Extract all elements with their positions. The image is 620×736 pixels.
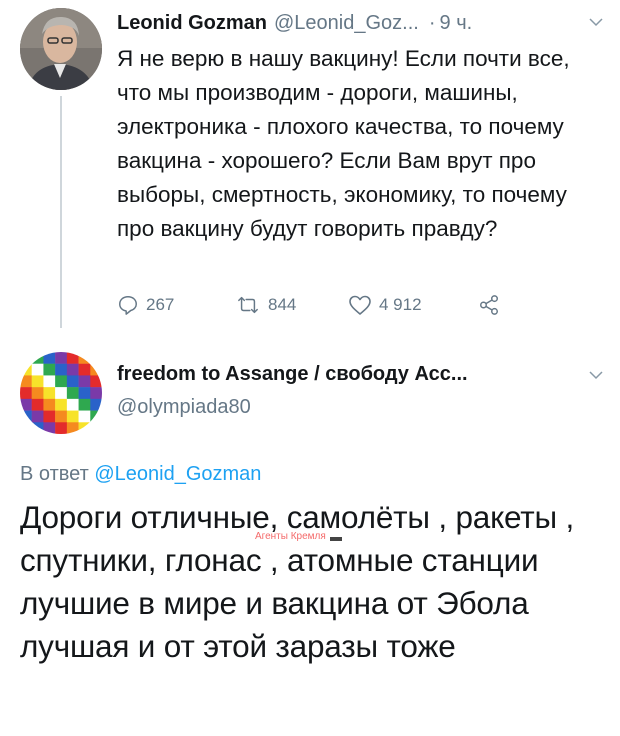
retweet-button[interactable]: 844 [235,294,348,316]
flag-cell [20,363,32,376]
flag-cell [55,422,68,434]
flag-cell [66,410,79,423]
flag-cell [20,352,32,364]
flag-cell [66,363,79,376]
reply-button[interactable]: 267 [117,294,235,316]
flag-cell [66,387,79,400]
flag-cell [90,422,102,434]
flag-cell [20,398,32,411]
chevron-down-icon[interactable] [588,15,604,33]
reply-context: В ответ @Leonid_Gozman [20,463,261,486]
separator-dot: · [428,11,436,34]
flag-cell [78,375,91,388]
flag-cell [90,352,102,364]
retweet-icon [238,296,258,314]
user-handle[interactable]: @Leonid_Goz... [274,12,419,35]
flag-cell [31,363,44,376]
flag-cell [90,410,102,423]
flag-cell [31,375,44,388]
reply-count: 267 [146,295,175,314]
flag-cell [31,387,44,400]
avatar[interactable] [20,8,102,90]
flag-cell [55,375,68,388]
thread-line [60,96,62,328]
reply-prefix: В ответ [20,463,89,485]
display-name[interactable]: freedom to Assange / свободу Асс... [117,363,468,386]
flag-cell [78,352,91,364]
flag-cell [90,363,102,376]
flag-cell [90,387,102,400]
flag-cell [78,363,91,376]
flag-cell [78,422,91,434]
user-handle[interactable]: @olympiada80 [117,396,251,419]
avatar-photo [20,8,102,90]
flag-cell [20,410,32,423]
flag-cell [20,422,32,434]
flag-cell [43,398,56,411]
reply-icon [119,296,137,315]
flag-cell [43,352,56,364]
flag-cell [55,410,68,423]
flag-cell [55,363,68,376]
flag-cell [20,375,32,388]
flag-cell [43,363,56,376]
flag-cell [55,352,68,364]
flag-cell [55,398,68,411]
flag-cell [78,398,91,411]
flag-cell [43,375,56,388]
tweet-actions: 267 844 4 912 [117,290,500,320]
flag-cell [31,422,44,434]
flag-cell [90,398,102,411]
watermark-mark [329,537,342,541]
like-icon [349,295,371,315]
flag-cell [66,352,79,364]
flag-cell [31,352,44,364]
flag-cell [78,410,91,423]
flag-cell [66,422,79,434]
flag-cell [55,387,68,400]
retweet-count: 844 [268,295,297,314]
share-button[interactable] [478,294,500,316]
watermark-text: Агенты Кремля [255,531,326,542]
avatar[interactable] [20,352,102,434]
tweet-text: Я не верю в нашу вакцину! Если почти все… [117,46,570,241]
flag-cell [31,410,44,423]
tweet-time[interactable]: 9 ч. [440,12,473,35]
chevron-down-icon[interactable] [588,368,604,386]
like-button[interactable]: 4 912 [348,294,478,316]
watermark: Агенты Кремля [255,531,342,542]
flag-cell [90,375,102,388]
share-icon [480,295,498,315]
tweet-text: Дороги отличные, самолёты , ракеты , спу… [20,499,575,664]
flag-cell [66,375,79,388]
flag-cell [43,387,56,400]
flag-cell [43,410,56,423]
flag-cell [20,387,32,400]
tweet-header: Leonid Gozman @Leonid_Goz... · 9 ч. [117,10,472,36]
flag-cell [43,422,56,434]
display-name[interactable]: Leonid Gozman [117,12,267,35]
flag-cell [66,398,79,411]
flag-cell [31,398,44,411]
reply-to-link[interactable]: @Leonid_Gozman [94,463,261,485]
wiphala-flag-avatar [20,352,102,434]
flag-cell [78,387,91,400]
like-count: 4 912 [379,295,422,314]
